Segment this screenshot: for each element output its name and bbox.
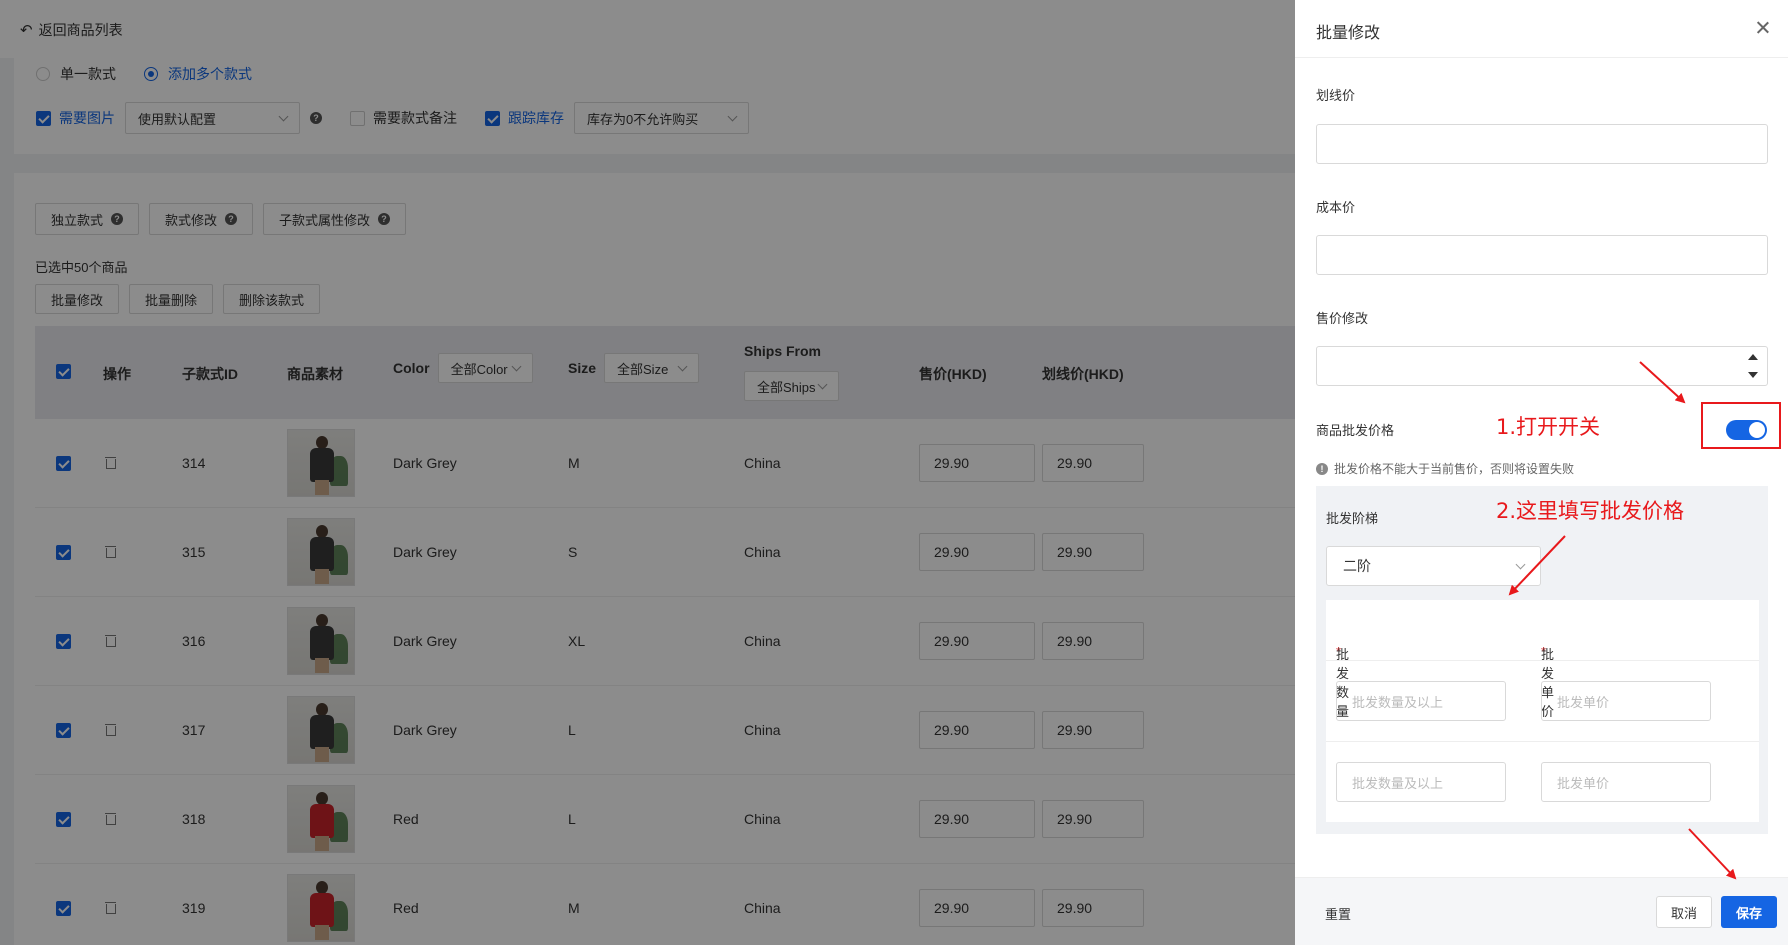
- drawer-footer: 重置 取消 保存: [1295, 877, 1788, 945]
- price-edit-input[interactable]: [1316, 346, 1768, 386]
- qty-input[interactable]: 批发数量及以上: [1336, 762, 1506, 802]
- info-icon: !: [1316, 462, 1328, 475]
- price-edit-label: 售价修改: [1316, 311, 1369, 326]
- batch-edit-drawer: 批量修改 划线价 成本价 售价修改 商品批发价格 ! 批发价格不能大于当前售价，…: [1295, 0, 1788, 945]
- tier-select[interactable]: 二阶: [1326, 546, 1541, 586]
- tier-table-header: * 批发数量 * 批发单价: [1326, 600, 1759, 719]
- wholesale-price-label: 商品批发价格: [1316, 423, 1395, 438]
- reset-button[interactable]: 重置: [1325, 904, 1351, 923]
- annotation-step2: 2.这里填写批发价格: [1496, 499, 1685, 523]
- chevron-down-icon[interactable]: [1748, 372, 1758, 378]
- annotation-step1: 1.打开开关: [1496, 415, 1601, 439]
- unit-price-input[interactable]: 批发单价: [1541, 681, 1711, 721]
- qty-input[interactable]: 批发数量及以上: [1336, 681, 1506, 721]
- drawer-title: 批量修改: [1316, 25, 1381, 42]
- modal-mask[interactable]: [0, 0, 1295, 945]
- close-icon[interactable]: [1754, 19, 1772, 37]
- chevron-up-icon[interactable]: [1748, 354, 1758, 360]
- strike-price-label: 划线价: [1316, 88, 1356, 103]
- toggle-highlight-box: [1701, 402, 1781, 449]
- number-stepper[interactable]: [1747, 351, 1759, 381]
- chevron-down-icon: [1515, 559, 1526, 569]
- unit-price-input[interactable]: 批发单价: [1541, 762, 1711, 802]
- cancel-button[interactable]: 取消: [1656, 896, 1712, 928]
- cost-price-input[interactable]: [1316, 235, 1768, 275]
- drawer-header: 批量修改: [1295, 0, 1788, 58]
- tier-label: 批发阶梯: [1326, 511, 1379, 526]
- strike-price-input[interactable]: [1316, 124, 1768, 164]
- tier-table: * 批发数量 * 批发单价 批发数量及以上 批发单价 批发数量及以上 批发单价: [1326, 600, 1759, 822]
- tier-row: 批发数量及以上 批发单价: [1326, 661, 1759, 742]
- tier-row: 批发数量及以上 批发单价: [1326, 742, 1759, 823]
- cost-price-label: 成本价: [1316, 200, 1356, 215]
- wholesale-note: ! 批发价格不能大于当前售价，否则将设置失败: [1316, 460, 1574, 477]
- wholesale-tier-panel: 批发阶梯 二阶 * 批发数量 * 批发单价 批发数量及以上 批发单价 批发数量及以上…: [1316, 486, 1768, 834]
- save-button[interactable]: 保存: [1721, 896, 1777, 928]
